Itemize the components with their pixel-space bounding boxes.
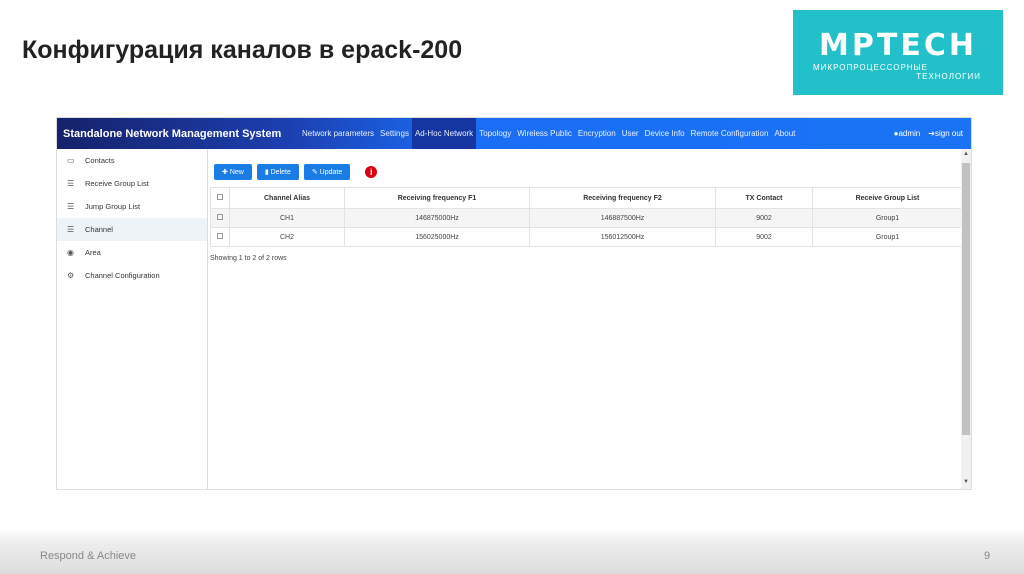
channel-table: Channel Alias Receiving frequency F1 Rec… xyxy=(210,187,963,247)
update-label: Update xyxy=(319,169,343,176)
sidebar-item-channel[interactable]: ☰ Channel xyxy=(57,218,207,241)
nav-topology[interactable]: Topology xyxy=(476,118,514,149)
nav-wireless-public[interactable]: Wireless Public xyxy=(514,118,575,149)
update-button[interactable]: ✎ Update xyxy=(303,164,351,180)
logo-line1: МИКРОПРОЦЕССОРНЫЕ xyxy=(813,63,928,72)
col-freq-f2[interactable]: Receiving frequency F2 xyxy=(529,187,716,209)
footer-text: Respond & Achieve xyxy=(40,550,137,562)
sidebar-label: Receive Group List xyxy=(85,179,149,188)
info-icon[interactable]: i xyxy=(365,166,378,178)
nav-network-parameters[interactable]: Network parameters xyxy=(299,118,377,149)
sidebar-label: Channel xyxy=(85,225,113,234)
app-window: Standalone Network Management System Net… xyxy=(56,117,972,490)
sign-out-link[interactable]: ➔sign out xyxy=(928,129,963,138)
logo-line2: ТЕХНОЛОГИИ xyxy=(916,72,981,81)
main-content: ✚ New ▮ Delete ✎ Update i Channel Alias … xyxy=(209,149,963,489)
col-freq-f1[interactable]: Receiving frequency F1 xyxy=(344,187,530,209)
sidebar-item-contacts[interactable]: ▭ Contacts xyxy=(57,149,207,172)
sidebar-label: Jump Group List xyxy=(85,202,141,211)
mptech-logo: MPTECH МИКРОПРОЦЕССОРНЫЕ ТЕХНОЛОГИИ xyxy=(793,10,1003,95)
sidebar-item-receive-group-list[interactable]: ☰ Receive Group List xyxy=(57,172,207,195)
gear-icon: ⚙ xyxy=(67,271,75,280)
scrollbar-thumb[interactable] xyxy=(962,163,970,435)
scrollbar[interactable]: ▲ ▼ xyxy=(961,149,971,489)
logo-name: MPTECH xyxy=(819,28,977,63)
col-channel-alias[interactable]: Channel Alias xyxy=(229,187,345,209)
list-icon: ☰ xyxy=(67,202,75,211)
nav-about[interactable]: About xyxy=(771,118,798,149)
row-checkbox[interactable] xyxy=(210,227,230,247)
scroll-up-icon[interactable]: ▲ xyxy=(961,151,971,157)
sidebar-label: Area xyxy=(85,248,101,257)
nav-encryption[interactable]: Encryption xyxy=(575,118,619,149)
contacts-icon: ▭ xyxy=(67,156,75,165)
nav-remote-configuration[interactable]: Remote Configuration xyxy=(688,118,772,149)
pagination-info: Showing 1 to 2 of 2 rows xyxy=(210,255,287,262)
table-row[interactable]: CH2 156025000Hz 156012500Hz 9002 Group1 xyxy=(210,227,963,247)
cell: CH1 xyxy=(229,208,345,228)
top-navbar: Standalone Network Management System Net… xyxy=(57,118,971,149)
new-label: New xyxy=(229,169,244,176)
nav-user[interactable]: User xyxy=(619,118,642,149)
cell: 156025000Hz xyxy=(344,227,530,247)
cell: 9002 xyxy=(715,227,813,247)
scroll-down-icon[interactable]: ▼ xyxy=(961,479,971,485)
cell: 146875000Hz xyxy=(344,208,530,228)
pencil-icon: ✎ xyxy=(311,169,320,176)
cell: Group1 xyxy=(812,227,963,247)
sidebar-item-jump-group-list[interactable]: ☰ Jump Group List xyxy=(57,195,207,218)
brand: Standalone Network Management System xyxy=(63,127,282,140)
new-button[interactable]: ✚ New xyxy=(214,164,252,180)
slide-title: Конфигурация каналов в epack-200 xyxy=(22,36,463,64)
footer-band xyxy=(0,528,1024,574)
admin-link[interactable]: ●admin xyxy=(894,129,921,138)
page-number: 9 xyxy=(984,550,991,562)
globe-icon: ◉ xyxy=(67,248,74,257)
plus-icon: ✚ xyxy=(222,169,230,176)
sign-out-label: sign out xyxy=(934,129,963,138)
cell: 9002 xyxy=(715,208,813,228)
nav-ad-hoc-network[interactable]: Ad-Hoc Network xyxy=(411,118,477,149)
cell: 156012500Hz xyxy=(529,227,716,247)
cell: 146887500Hz xyxy=(529,208,716,228)
col-tx-contact[interactable]: TX Contact xyxy=(715,187,813,209)
list-icon: ☰ xyxy=(67,225,75,234)
admin-label: admin xyxy=(898,129,921,138)
table-header: Channel Alias Receiving frequency F1 Rec… xyxy=(210,187,963,209)
delete-label: Delete xyxy=(270,169,291,176)
delete-button[interactable]: ▮ Delete xyxy=(256,164,299,180)
table-row[interactable]: CH1 146875000Hz 146887500Hz 9002 Group1 xyxy=(210,208,963,228)
select-all-checkbox[interactable] xyxy=(210,187,230,209)
sidebar: ▭ Contacts ☰ Receive Group List ☰ Jump Grou… xyxy=(57,149,208,489)
sidebar-label: Channel Configuration xyxy=(85,271,160,280)
cell: CH2 xyxy=(229,227,345,247)
col-receive-group-list[interactable]: Receive Group List xyxy=(812,187,963,209)
cell: Group1 xyxy=(812,208,963,228)
sidebar-item-channel-configuration[interactable]: ⚙ Channel Configuration xyxy=(57,264,207,287)
sign-out-icon: ➔ xyxy=(928,129,935,138)
list-icon: ☰ xyxy=(67,179,75,188)
sidebar-label: Contacts xyxy=(85,156,115,165)
row-checkbox[interactable] xyxy=(210,208,230,228)
nav-settings[interactable]: Settings xyxy=(377,118,412,149)
sidebar-item-area[interactable]: ◉ Area xyxy=(57,241,207,264)
nav-device-info[interactable]: Device Info xyxy=(642,118,688,149)
